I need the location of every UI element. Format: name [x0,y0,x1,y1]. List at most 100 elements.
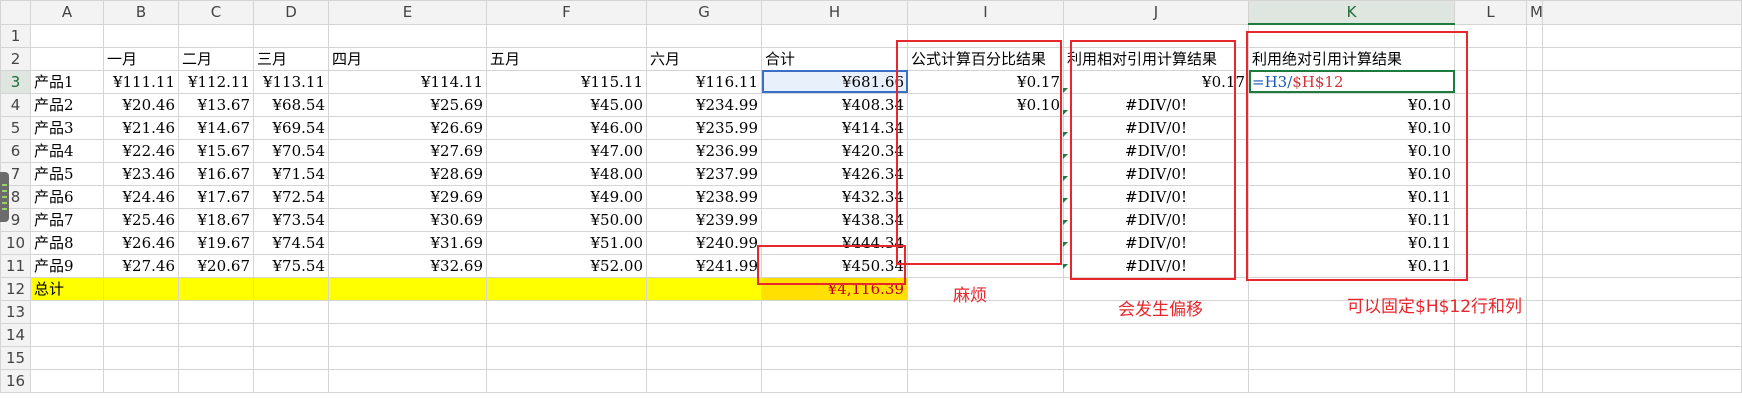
cell-f10[interactable]: ¥51.00 [486,230,647,255]
header-cell-k[interactable]: 利用绝对引用计算结果 [1248,46,1455,71]
empty-cell[interactable] [1542,161,1742,186]
empty-cell[interactable] [1542,92,1742,117]
empty-cell[interactable] [1063,368,1249,393]
row-header-5[interactable]: 5 [0,115,31,140]
empty-cell[interactable] [178,322,254,347]
empty-cell[interactable] [103,322,179,347]
cell-i4[interactable]: ¥0.10 [907,92,1064,117]
select-all-corner[interactable] [0,0,31,25]
cell-g7[interactable]: ¥237.99 [646,161,762,186]
cell-k4[interactable]: ¥0.10 [1248,92,1455,117]
cell-k8[interactable]: ¥0.11 [1248,184,1455,209]
empty-cell[interactable] [1526,23,1543,48]
cell-c8[interactable]: ¥17.67 [178,184,254,209]
empty-cell[interactable] [761,322,908,347]
cell-i3[interactable]: ¥0.17 [907,69,1064,94]
empty-cell[interactable] [646,345,762,370]
column-header-f[interactable]: F [486,0,647,25]
empty-cell[interactable] [1526,138,1543,163]
cell-j7[interactable]: #DIV/0! [1063,161,1249,186]
cell-e5[interactable]: ¥26.69 [328,115,487,140]
header-cell-d[interactable]: 三月 [253,46,329,71]
empty-cell[interactable] [1526,345,1543,370]
empty-cell[interactable] [328,345,487,370]
empty-cell[interactable] [1526,299,1543,324]
empty-cell[interactable] [1542,23,1742,48]
cell-g11[interactable]: ¥241.99 [646,253,762,278]
total-value-cell[interactable]: ¥4,116.39 [761,276,908,301]
cell-j4[interactable]: #DIV/0! [1063,92,1249,117]
empty-cell[interactable] [103,299,179,324]
row-header-3[interactable]: 3 [0,69,31,94]
empty-cell[interactable] [1526,69,1543,94]
column-header-a[interactable]: A [30,0,104,25]
empty-cell[interactable] [328,322,487,347]
product-name-cell[interactable]: 产品2 [30,92,104,117]
cell-e7[interactable]: ¥28.69 [328,161,487,186]
cell-b7[interactable]: ¥23.46 [103,161,179,186]
empty-cell[interactable] [1454,23,1527,48]
row-header-6[interactable]: 6 [0,138,31,163]
cell-j6[interactable]: #DIV/0! [1063,138,1249,163]
empty-cell[interactable] [1454,230,1527,255]
total-label-cell[interactable]: 总计 [30,276,104,301]
empty-cell[interactable] [761,299,908,324]
row-header-10[interactable]: 10 [0,230,31,255]
empty-cell[interactable] [1454,368,1527,393]
column-header-l[interactable]: L [1454,0,1527,25]
total-row-cell[interactable] [646,276,762,301]
empty-cell[interactable] [1542,46,1742,71]
cell-j11[interactable]: #DIV/0! [1063,253,1249,278]
empty-cell[interactable] [328,23,487,48]
cell-h3[interactable]: ¥681.66 [761,69,908,94]
empty-cell[interactable] [253,299,329,324]
empty-cell[interactable] [30,368,104,393]
cell-k6[interactable]: ¥0.10 [1248,138,1455,163]
empty-cell[interactable] [1063,322,1249,347]
empty-cell[interactable] [1542,138,1742,163]
empty-cell[interactable] [761,345,908,370]
cell-g9[interactable]: ¥239.99 [646,207,762,232]
cell-b6[interactable]: ¥22.46 [103,138,179,163]
column-header-h[interactable]: H [761,0,908,25]
column-header-b[interactable]: B [103,0,179,25]
header-cell-e[interactable]: 四月 [328,46,487,71]
empty-cell[interactable] [1526,322,1543,347]
empty-cell[interactable] [1542,207,1742,232]
cell-d9[interactable]: ¥73.54 [253,207,329,232]
empty-cell[interactable] [1526,115,1543,140]
empty-cell[interactable] [1454,184,1527,209]
empty-cell[interactable] [1526,92,1543,117]
cell-e8[interactable]: ¥29.69 [328,184,487,209]
empty-cell[interactable] [328,299,487,324]
empty-cell[interactable] [1248,368,1455,393]
cell-e6[interactable]: ¥27.69 [328,138,487,163]
cell-k5[interactable]: ¥0.10 [1248,115,1455,140]
empty-cell[interactable] [1526,253,1543,278]
cell-c10[interactable]: ¥19.67 [178,230,254,255]
column-header-e[interactable]: E [328,0,487,25]
empty-cell[interactable] [486,345,647,370]
row-header-13[interactable]: 13 [0,299,31,324]
side-panel-handle[interactable] [0,172,9,222]
cell-i9[interactable] [907,207,1064,232]
cell-d4[interactable]: ¥68.54 [253,92,329,117]
cell-e4[interactable]: ¥25.69 [328,92,487,117]
empty-cell[interactable] [1542,368,1742,393]
empty-cell[interactable] [1526,276,1543,301]
product-name-cell[interactable]: 产品6 [30,184,104,209]
row-header-11[interactable]: 11 [0,253,31,278]
cell-d7[interactable]: ¥71.54 [253,161,329,186]
cell-f5[interactable]: ¥46.00 [486,115,647,140]
product-name-cell[interactable]: 产品8 [30,230,104,255]
empty-cell[interactable] [1454,161,1527,186]
empty-cell[interactable] [103,345,179,370]
cell-h5[interactable]: ¥414.34 [761,115,908,140]
empty-cell[interactable] [1526,368,1543,393]
cell-f6[interactable]: ¥47.00 [486,138,647,163]
empty-cell[interactable] [1542,253,1742,278]
cell-d3[interactable]: ¥113.11 [253,69,329,94]
cell-e11[interactable]: ¥32.69 [328,253,487,278]
empty-cell[interactable] [1454,345,1527,370]
empty-cell[interactable] [1526,230,1543,255]
